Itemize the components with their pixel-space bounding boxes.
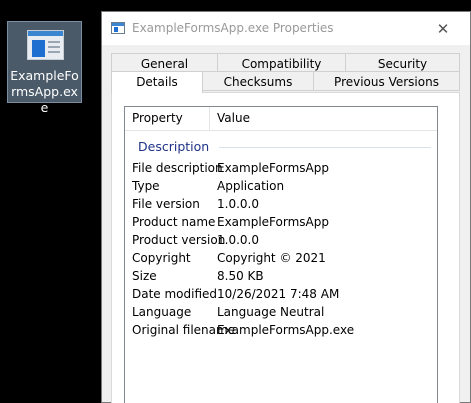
- group-heading[interactable]: Description: [138, 139, 209, 154]
- column-header-value[interactable]: Value: [217, 111, 250, 125]
- tab-checksums[interactable]: Checksums: [202, 71, 314, 91]
- tab-previous-versions[interactable]: Previous Versions: [313, 71, 460, 91]
- column-header-property[interactable]: Property: [132, 111, 183, 125]
- application-window-icon: [27, 30, 64, 60]
- group-divider: [219, 147, 431, 148]
- application-window-icon: [111, 22, 125, 34]
- details-panel: Property Value Description File descript…: [111, 92, 460, 403]
- tab-general[interactable]: General: [111, 53, 218, 73]
- tab-compatibility[interactable]: Compatibility: [217, 53, 346, 73]
- details-list[interactable]: Property Value Description File descript…: [124, 106, 438, 403]
- list-row[interactable]: Date modified 10/26/2021 7:48 AM: [125, 285, 437, 303]
- close-button[interactable]: ✕: [432, 20, 454, 38]
- title-bar[interactable]: ExampleFormsApp.exe Properties ✕: [102, 12, 470, 45]
- properties-window: ExampleFormsApp.exe Properties ✕ General…: [101, 11, 471, 403]
- desktop-file-icon[interactable]: ExampleFormsApp.exe: [7, 21, 82, 115]
- desktop-file-label: ExampleFormsApp.exe: [10, 68, 79, 115]
- tab-details[interactable]: Details: [111, 71, 203, 93]
- list-row[interactable]: File version 1.0.0.0: [125, 195, 437, 213]
- list-header: Property Value: [125, 107, 437, 131]
- list-row[interactable]: Language Language Neutral: [125, 303, 437, 321]
- tab-security[interactable]: Security: [345, 53, 460, 73]
- window-title: ExampleFormsApp.exe Properties: [132, 21, 334, 35]
- list-row[interactable]: Size 8.50 KB: [125, 267, 437, 285]
- list-row[interactable]: Product name ExampleFormsApp: [125, 213, 437, 231]
- desktop: ExampleFormsApp.exe ExampleFormsApp.exe …: [0, 0, 471, 403]
- list-row[interactable]: File description ExampleFormsApp: [125, 159, 437, 177]
- list-row[interactable]: Copyright Copyright © 2021: [125, 249, 437, 267]
- list-row[interactable]: Original filename ExampleFormsApp.exe: [125, 321, 437, 339]
- list-row[interactable]: Product version 1.0.0.0: [125, 231, 437, 249]
- column-separator[interactable]: [209, 107, 210, 131]
- list-row[interactable]: Type Application: [125, 177, 437, 195]
